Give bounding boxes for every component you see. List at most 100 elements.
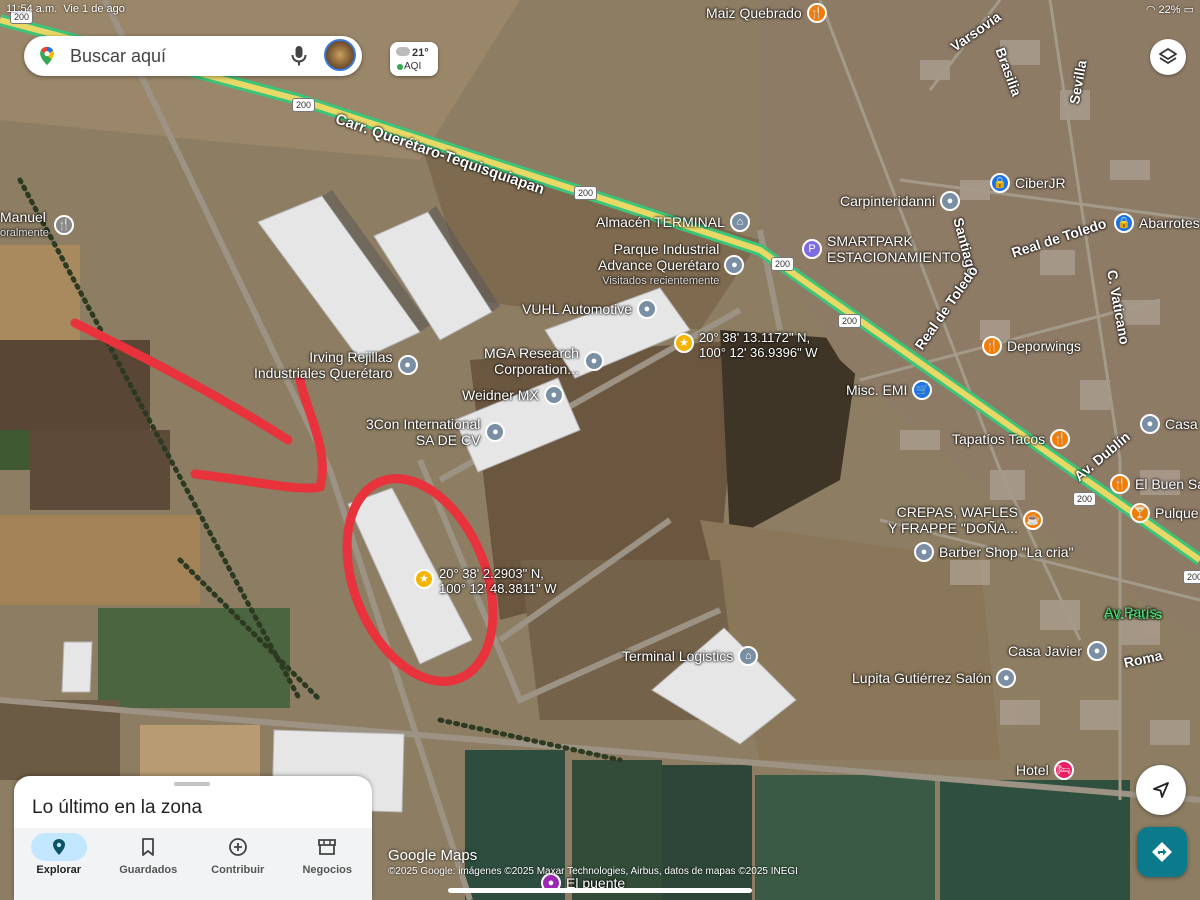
sheet-drag-handle[interactable]: [174, 782, 210, 786]
map-attribution[interactable]: ©2025 Google: imágenes ©2025 Maxar Techn…: [388, 866, 798, 877]
shopping-icon: 🔒: [990, 173, 1010, 193]
longitude: 100° 12' 36.9396" W: [699, 345, 818, 360]
poi-smartpark[interactable]: P SMARTPARK ESTACIONAMIENTO...: [802, 233, 973, 265]
building-icon: ⌂: [738, 646, 759, 666]
latitude: 20° 38' 13.1172" N,: [699, 330, 811, 345]
aqi-label: AQI: [404, 61, 422, 72]
dropped-pin-1[interactable]: ★ 20° 38' 13.1172" N, 100° 12' 36.9396" …: [674, 330, 818, 360]
poi-label: Terminal Logistics: [622, 648, 734, 664]
poi-label: Casa: [1165, 416, 1198, 432]
poi-pulque[interactable]: 🍸 Pulque: [1130, 503, 1199, 523]
location-icon: ●: [485, 422, 506, 442]
poi-label: VUHL Automotive: [522, 301, 632, 317]
poi-mga-research[interactable]: MGA Research Corporation... ●: [484, 345, 604, 377]
latitude: 20° 38' 2.2903" N,: [439, 566, 544, 581]
home-indicator[interactable]: [448, 888, 752, 893]
poi-label: Abarrotes: [1139, 215, 1200, 231]
plus-circle-icon: [210, 833, 266, 861]
restaurant-icon: 🍴: [1110, 474, 1130, 494]
poi-label: Pulque: [1155, 505, 1199, 521]
location-icon: ●: [939, 191, 960, 211]
dropped-pin-2[interactable]: ★ 20° 38' 2.2903" N, 100° 12' 48.3811" W: [414, 566, 557, 596]
weather-chip[interactable]: 21° AQI: [390, 42, 438, 76]
cloud-icon: [396, 47, 410, 56]
poi-label: Lupita Gutiérrez Salón: [852, 670, 992, 686]
account-avatar[interactable]: [324, 39, 356, 71]
layers-button[interactable]: [1150, 39, 1186, 75]
tab-guardados[interactable]: Guardados: [104, 828, 194, 900]
poi-irving-rejillas[interactable]: Irving Rejillas Industriales Querétaro ●: [254, 349, 418, 381]
sheet-title: Lo último en la zona: [32, 797, 203, 818]
poi-av-paris[interactable]: Av París: [1104, 604, 1157, 620]
poi-casa-javier[interactable]: Casa Javier ●: [1008, 641, 1107, 661]
navigation-arrow-icon: [1153, 782, 1169, 798]
poi-label: Advance Querétaro: [598, 257, 720, 273]
poi-misc-emi[interactable]: Misc. EMI 🛒: [846, 380, 933, 400]
poi-casa[interactable]: ● Casa: [1140, 414, 1198, 434]
tab-label: Negocios: [302, 864, 352, 876]
tab-label: Explorar: [36, 864, 82, 876]
poi-label: Almacén TERMINAL: [596, 214, 725, 230]
poi-label: Hotel: [1016, 762, 1049, 778]
tab-explorar[interactable]: Explorar: [14, 828, 104, 900]
location-icon: ●: [996, 668, 1017, 688]
poi-tapatios-tacos[interactable]: Tapatíos Tacos 🍴: [952, 429, 1071, 449]
poi-hotel[interactable]: Hotel 🛏: [1016, 760, 1074, 780]
poi-label: Irving Rejillas: [309, 349, 393, 365]
poi-label: Deporwings: [1007, 338, 1081, 354]
tab-label: Contribuir: [211, 864, 265, 876]
weather-temperature: 21°: [412, 47, 429, 59]
poi-label: SMARTPARK: [827, 233, 913, 249]
poi-label: 3Con International: [366, 416, 481, 432]
poi-barber-shop[interactable]: ● Barber Shop "La cria": [914, 542, 1073, 562]
directions-button[interactable]: [1137, 827, 1187, 877]
search-input[interactable]: [68, 44, 272, 68]
poi-label: Barber Shop "La cria": [939, 544, 1074, 560]
tab-negocios[interactable]: Negocios: [283, 828, 373, 900]
tab-label: Guardados: [119, 864, 178, 876]
search-bar[interactable]: [24, 36, 362, 76]
restaurant-icon: 🍴: [53, 215, 74, 235]
poi-ciberjr[interactable]: 🔒 CiberJR: [990, 173, 1066, 193]
poi-terminal-logistics[interactable]: Terminal Logistics ⌂: [622, 646, 759, 666]
poi-carpinteridanni[interactable]: Carpinteridanni ●: [840, 191, 960, 211]
store-icon: [299, 833, 355, 861]
layers-icon: [1159, 48, 1177, 64]
longitude: 100° 12' 48.3811" W: [439, 581, 557, 596]
status-date: Vie 1 de ago: [63, 3, 125, 15]
route-shield: 200: [1073, 492, 1097, 506]
restaurant-icon: 🍴: [982, 336, 1002, 356]
shopping-icon: 🔒: [1114, 213, 1134, 233]
poi-label: SA DE CV: [415, 432, 481, 448]
poi-almacen-terminal[interactable]: Almacén TERMINAL ⌂: [596, 212, 750, 232]
poi-label: Corporation...: [494, 361, 579, 377]
location-icon: ●: [583, 351, 604, 371]
poi-crepas[interactable]: CREPAS, WAFLES Y FRAPPE "DOÑA... ☕: [888, 504, 1043, 536]
star-icon: ★: [674, 333, 694, 353]
poi-label: Casa Javier: [1008, 643, 1082, 659]
poi-label: CREPAS, WAFLES: [896, 504, 1018, 520]
location-icon: ●: [397, 355, 418, 375]
hotel-icon: 🛏: [1053, 760, 1074, 780]
poi-lupita-salon[interactable]: Lupita Gutiérrez Salón ●: [852, 668, 1017, 688]
status-bar: 11:54 a.m. Vie 1 de ago ◠ 22% ▭: [6, 3, 1194, 17]
poi-abarrotes[interactable]: 🔒 Abarrotes: [1114, 213, 1200, 233]
tab-contribuir[interactable]: Contribuir: [193, 828, 283, 900]
poi-3con-international[interactable]: 3Con International SA DE CV ●: [366, 416, 506, 448]
route-shield: 200: [771, 257, 795, 271]
poi-manuel[interactable]: Manuel oralmente 🍴: [0, 209, 74, 241]
route-shield: 200: [838, 314, 862, 328]
my-location-button[interactable]: [1136, 765, 1186, 815]
poi-el-buen-sa[interactable]: 🍴 El Buen Sa: [1110, 474, 1200, 494]
poi-label: Manuel: [0, 209, 46, 225]
poi-weidner-mx[interactable]: Weidner MX ●: [462, 385, 564, 405]
poi-vuhl-automotive[interactable]: VUHL Automotive ●: [522, 299, 657, 319]
poi-label: Misc. EMI: [846, 382, 908, 398]
poi-deporwings[interactable]: 🍴 Deporwings: [982, 336, 1081, 356]
pin-icon: [30, 833, 87, 861]
aqi-status-icon: [397, 64, 403, 70]
poi-parque-industrial[interactable]: Parque Industrial Advance Querétaro Visi…: [598, 241, 745, 289]
microphone-icon[interactable]: [290, 45, 308, 67]
bottom-sheet[interactable]: Lo último en la zona Explorar Guardados …: [14, 776, 372, 900]
poi-label: Parque Industrial: [613, 241, 720, 257]
